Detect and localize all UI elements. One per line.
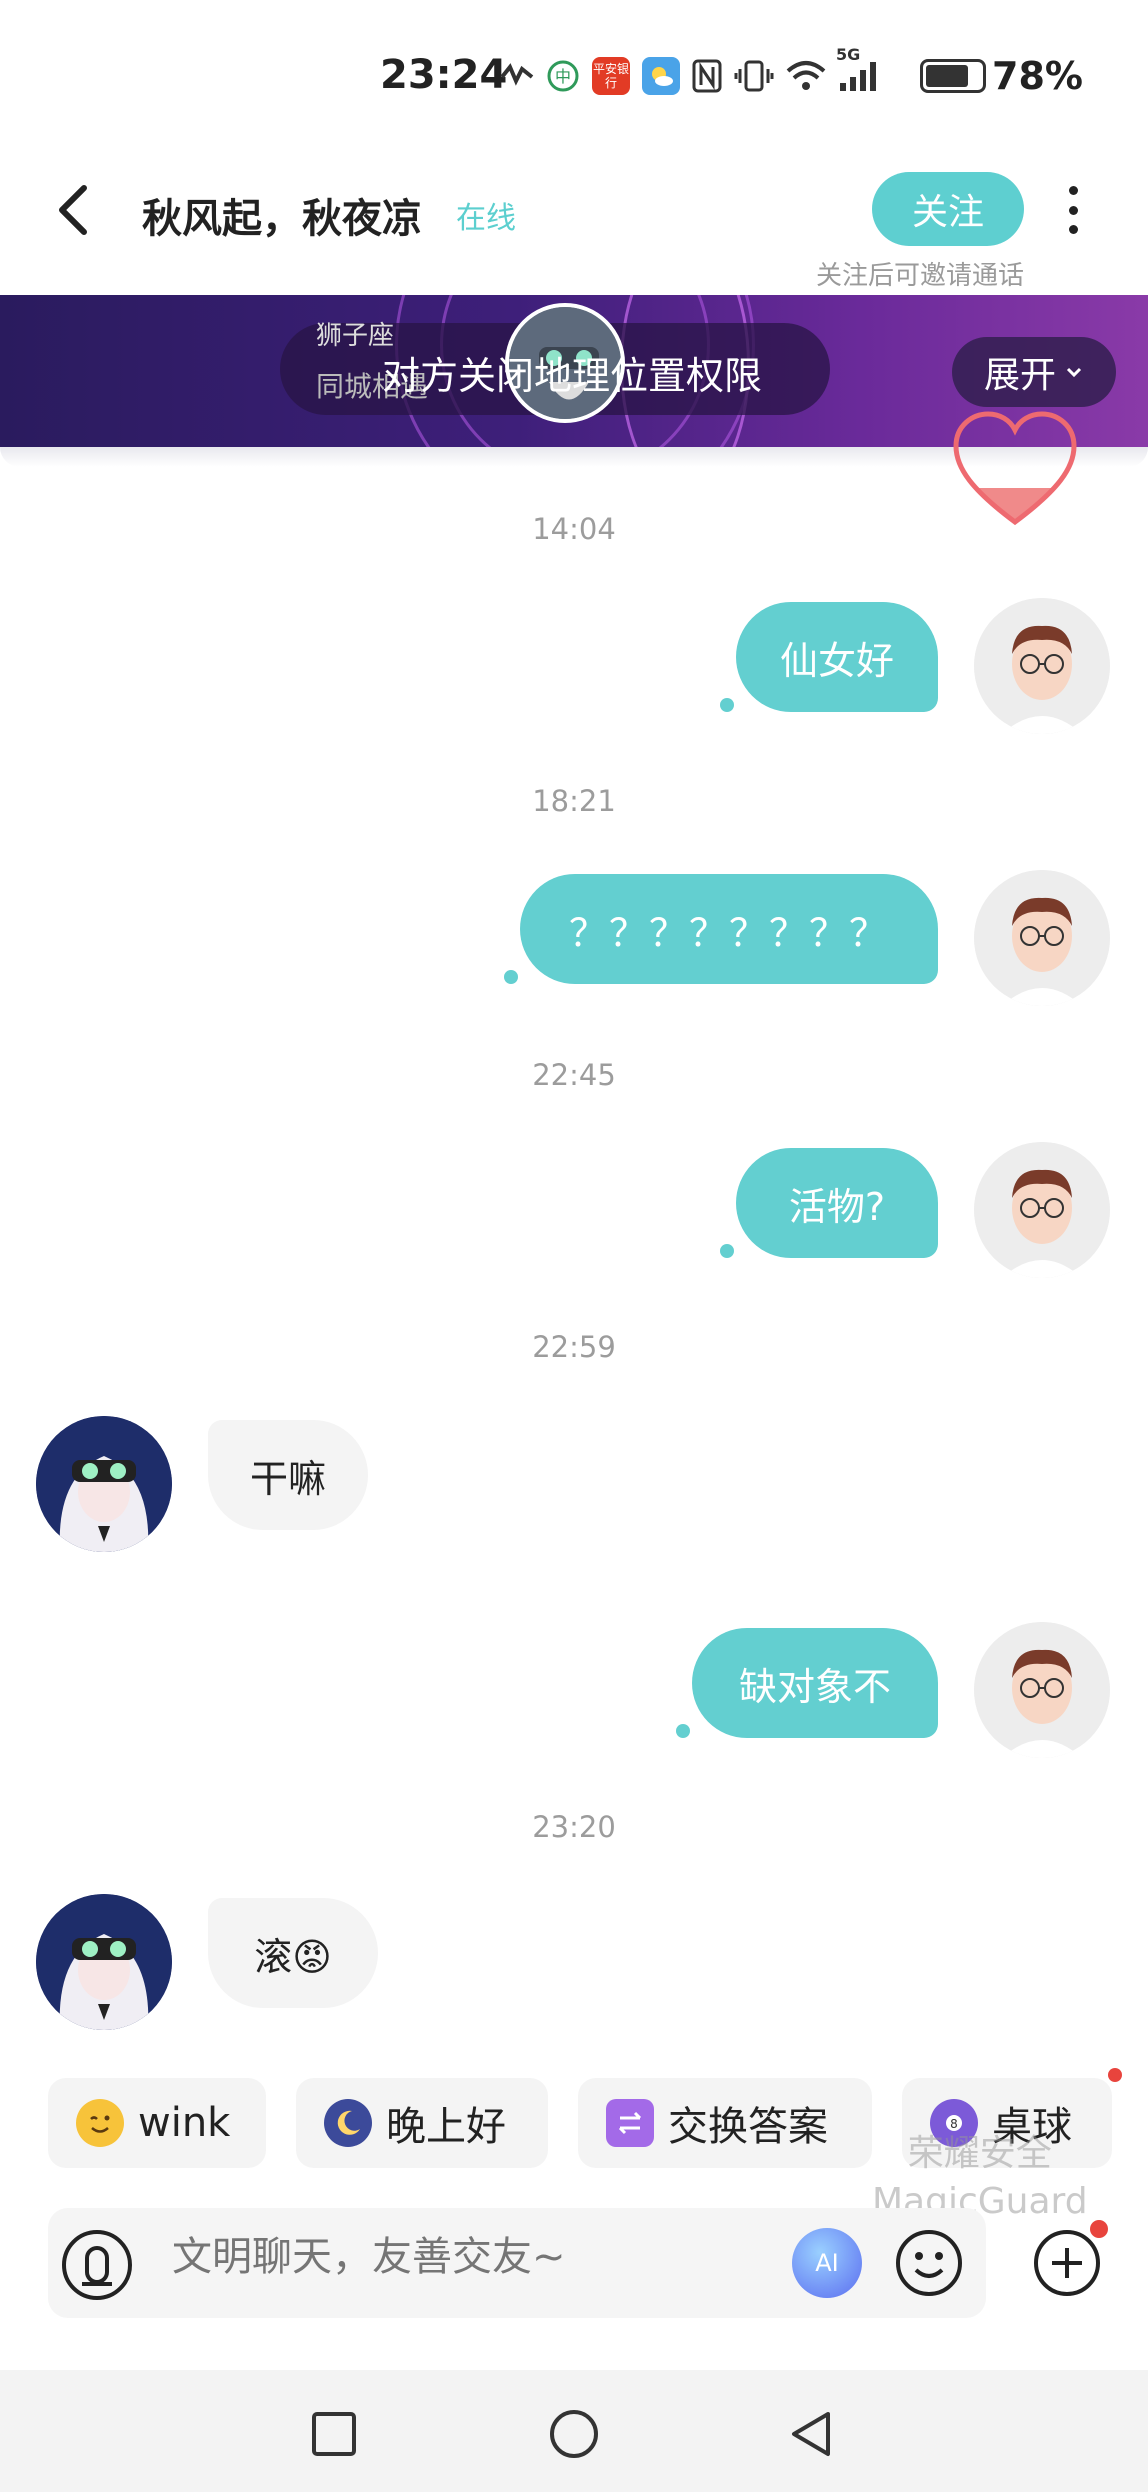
status-bar: 23:24 中 平安银行 5G 78% [0,0,1148,150]
more-dot-icon [1068,205,1078,215]
more-actions-button[interactable] [1032,2228,1102,2298]
contact-avatar[interactable] [36,1894,172,2030]
notification-dot [1090,2220,1108,2238]
page-title: 秋风起，秋夜凉 [142,196,422,242]
my-avatar[interactable] [974,1622,1110,1758]
anime-avatar-icon [36,1894,172,2030]
voice-button[interactable] [60,2228,134,2302]
more-dot-icon [1068,225,1078,234]
message-bubble-sent[interactable]: 仙女好 [736,602,938,712]
ai-label: AI [815,2249,839,2277]
chevron-left-icon [59,185,87,235]
battery-indicator: 78% [920,54,1083,98]
expand-button[interactable]: 展开 [952,337,1116,407]
anime-avatar-icon [36,1416,172,1552]
swap-icon [606,2099,654,2147]
bank-logo-icon: 中 [546,59,580,93]
emoji-button[interactable] [894,2228,964,2298]
heart-icon [953,411,1077,526]
user-avatar-icon [974,870,1110,1006]
my-avatar[interactable] [974,870,1110,1006]
home-button[interactable] [546,2406,602,2462]
circle-icon [550,2410,598,2458]
read-indicator [720,1244,734,1258]
read-indicator [676,1724,690,1738]
quick-reply-label: 交换答案 [668,2104,828,2150]
user-avatar-icon [974,598,1110,734]
plus-icon [1034,2230,1100,2296]
my-avatar[interactable] [974,598,1110,734]
message-bubble-sent[interactable]: 活物? [736,1148,938,1258]
message-bubble-sent[interactable]: ？？？？？？？？ [520,874,938,984]
online-status: 在线 [456,201,516,236]
back-button[interactable] [50,180,100,240]
follow-button[interactable]: 关注 [872,172,1024,246]
location-notice-text: 对方关闭地理位置权限 [381,354,762,398]
heart-rate-icon [500,61,534,91]
timestamp: 14:04 [532,512,616,546]
svg-text:中: 中 [555,67,571,86]
heart-gauge[interactable] [952,410,1078,528]
timestamp: 23:20 [532,1810,616,1844]
wink-emoji-icon [76,2099,124,2147]
quick-reply-swap-answers[interactable]: 交换答案 [578,2078,872,2168]
cellular-signal-icon: 5G [836,45,882,93]
back-nav-button[interactable] [784,2406,840,2462]
timestamp: 22:45 [532,1058,616,1092]
moon-icon [324,2099,372,2147]
bank-app-icon: 平安银行 [592,57,630,95]
more-dot-icon [1068,186,1078,195]
read-indicator [504,970,518,984]
quick-reply-label: wink [138,2100,231,2146]
message-bubble-received[interactable]: 滚😡 [208,1898,378,2008]
my-avatar[interactable] [974,1142,1110,1278]
battery-icon [920,59,986,93]
chat-header: 秋风起，秋夜凉 在线 关注 关注后可邀请通话 [0,150,1148,295]
message-bubble-sent[interactable]: 缺对象不 [692,1628,938,1738]
triangle-back-icon [792,2412,830,2456]
more-options-button[interactable] [1058,178,1088,242]
svg-text:8: 8 [950,2117,958,2131]
message-input[interactable] [172,2234,772,2280]
quick-reply-label: 晚上好 [386,2104,506,2150]
system-nav-bar [0,2370,1148,2492]
weather-icon [642,57,680,95]
network-type: 5G [836,45,861,64]
recents-button[interactable] [306,2406,362,2462]
notification-dot [1108,2068,1122,2082]
battery-percent: 78% [992,54,1083,98]
message-bubble-received[interactable]: 干嘛 [208,1420,368,1530]
quick-reply-wink[interactable]: wink [48,2078,266,2168]
contact-avatar[interactable] [36,1416,172,1552]
square-icon [312,2412,356,2456]
follow-hint: 关注后可邀请通话 [816,261,1025,291]
timestamp: 22:59 [532,1330,616,1364]
status-time: 23:24 [380,52,508,98]
quick-reply-good-evening[interactable]: 晚上好 [296,2078,548,2168]
user-avatar-icon [974,1622,1110,1758]
battery-fill [926,65,969,87]
status-icons: 中 平安银行 5G [500,45,882,100]
voice-icon [62,2230,132,2300]
watermark-line1: 荣耀安全 [907,2133,1052,2174]
timestamp: 18:21 [532,784,616,818]
nfc-icon [692,59,722,93]
ai-assistant-button[interactable]: AI [792,2228,862,2298]
user-avatar-icon [974,1142,1110,1278]
chevron-down-icon [1066,367,1082,378]
vibrate-icon [734,59,774,93]
wifi-icon [786,59,826,93]
expand-label: 展开 [983,355,1056,396]
read-indicator [720,698,734,712]
smiley-icon [896,2230,962,2296]
